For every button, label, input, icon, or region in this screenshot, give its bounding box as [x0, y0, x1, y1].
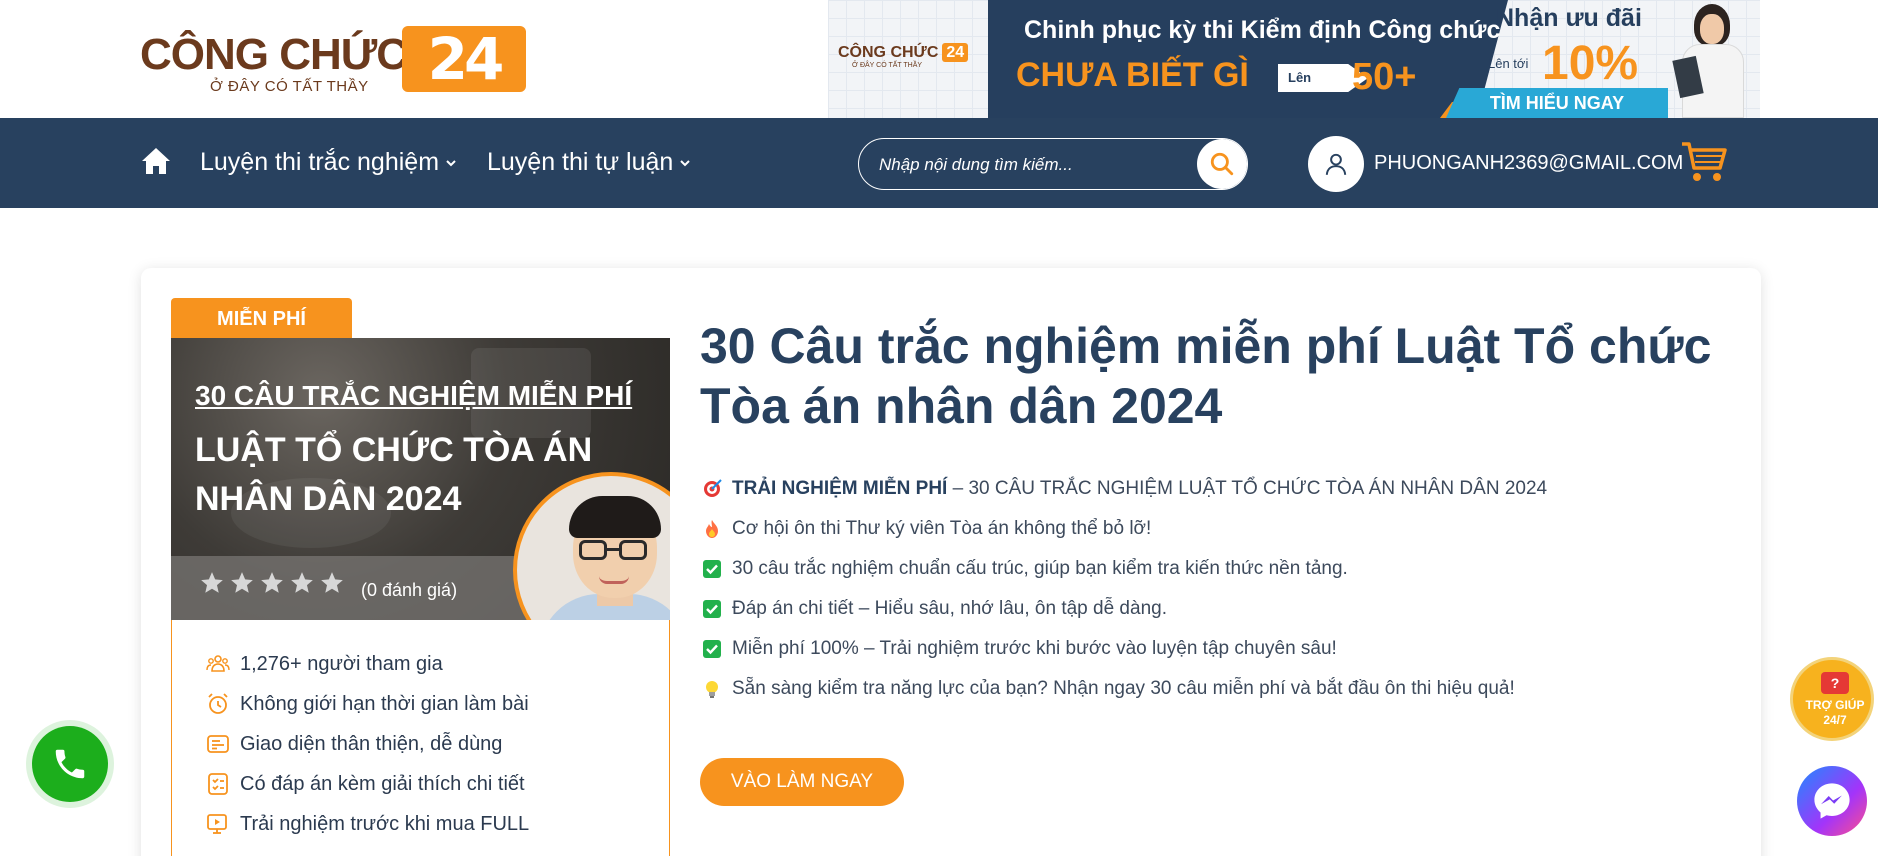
alarm-clock-icon — [208, 693, 228, 714]
star-icon — [291, 572, 313, 593]
checklist-icon — [208, 773, 228, 795]
fire-icon — [706, 520, 718, 538]
promo-banner[interactable]: CÔNG CHỨC 24 Ở ĐÂY CÓ TẤT THẦY Chinh phục… — [828, 0, 1760, 118]
logo-number: 24 — [402, 26, 526, 92]
feature-item: Giao diện thân thiện, dễ dùng — [206, 732, 502, 756]
course-title: 30 Câu trắc nghiệm miễn phí Luật Tổ chức… — [700, 318, 1712, 434]
banner-person-image — [1668, 0, 1760, 118]
star-icon — [321, 572, 343, 593]
course-thumbnail[interactable]: 30 CÂU TRẮC NGHIỆM MIỄN PHÍ LUẬT TỔ CHỨC… — [171, 338, 670, 620]
logo-name: CÔNG CHỨC — [140, 30, 408, 79]
logo-tagline: Ở ĐÂY CÓ TẤT THẦY — [210, 78, 369, 95]
user-avatar[interactable] — [1308, 136, 1364, 192]
home-icon[interactable] — [140, 146, 172, 176]
star-icon — [261, 572, 283, 593]
banner-headline: Chinh phục kỳ thi Kiểm định Công chức — [1024, 16, 1501, 44]
description-item: Đáp án chi tiết – Hiểu sâu, nhớ lâu, ôn … — [702, 598, 1167, 620]
user-email[interactable]: PHUONGANH2369@GMAIL.COM — [1374, 152, 1683, 175]
free-badge: MIỄN PHÍ — [171, 298, 352, 340]
user-icon — [1325, 153, 1347, 175]
monitor-play-icon — [207, 814, 227, 834]
chevron-down-icon — [680, 159, 691, 166]
help-bubble-icon: ? — [1821, 672, 1849, 694]
feature-list: 1,276+ người tham gia Không giới hạn thờ… — [171, 620, 670, 856]
check-box-icon — [703, 600, 721, 618]
messenger-icon — [1814, 783, 1850, 819]
star-icon — [231, 572, 253, 593]
users-icon — [206, 655, 230, 672]
chevron-down-icon — [446, 159, 456, 166]
phone-call-button[interactable] — [32, 726, 108, 802]
search-input[interactable] — [879, 151, 1179, 179]
top-header: CÔNG CHỨC Ở ĐÂY CÓ TẤT THẦY 24 CÔNG CHỨC… — [0, 0, 1878, 118]
main-navbar: Luyện thi trắc nghiệm Luyện thi tự luận … — [0, 118, 1878, 208]
description-item: Sẵn sàng kiểm tra năng lực của bạn? Nhận… — [702, 678, 1515, 700]
description-item: Miễn phí 100% – Trải nghiệm trước khi bư… — [702, 638, 1337, 660]
banner-offer-value: 10% — [1542, 37, 1639, 90]
site-logo[interactable]: CÔNG CHỨC Ở ĐÂY CÓ TẤT THẦY 24 — [140, 26, 530, 96]
help-support-button[interactable]: ? TRỢ GIÚP 24/7 — [1790, 657, 1874, 741]
description-item: Cơ hội ôn thi Thư ký viên Tòa án không t… — [702, 518, 1151, 540]
feature-item: Trải nghiệm trước khi mua FULL — [206, 812, 529, 836]
nav-item-label: Luyện thi trắc nghiệm — [200, 148, 440, 176]
lightbulb-icon — [706, 681, 718, 698]
banner-offer-prefix: Lên tới — [1488, 56, 1529, 71]
messenger-button[interactable] — [1797, 766, 1867, 836]
thumbnail-title-line1: 30 CÂU TRẮC NGHIỆM MIỄN PHÍ — [195, 380, 633, 411]
feature-item: 1,276+ người tham gia — [206, 652, 443, 676]
feature-item: Không giới hạn thời gian làm bài — [206, 692, 529, 716]
target-icon — [704, 479, 722, 497]
check-box-icon — [703, 640, 721, 658]
search-box — [858, 138, 1248, 190]
search-icon — [1210, 152, 1234, 176]
rating-count: (0 đánh giá) — [361, 580, 458, 600]
nav-item-tu-luan[interactable]: Luyện thi tự luận — [487, 148, 691, 177]
help-label: TRỢ GIÚP 24/7 — [1805, 698, 1865, 727]
layout-icon — [207, 735, 229, 753]
banner-offer-title: Nhận ưu đãi — [1496, 4, 1642, 32]
check-box-icon — [703, 560, 721, 578]
phone-icon — [55, 749, 85, 779]
banner-logo: CÔNG CHỨC 24 Ở ĐÂY CÓ TẤT THẦY — [838, 43, 969, 69]
star-icon — [201, 572, 223, 593]
banner-subline: CHƯA BIẾT GÌ — [1016, 56, 1249, 94]
cart-icon[interactable] — [1680, 140, 1728, 184]
feature-item: Có đáp án kèm giải thích chi tiết — [206, 772, 525, 796]
description-item: 30 câu trắc nghiệm chuẩn cấu trúc, giúp … — [702, 558, 1348, 580]
nav-item-label: Luyện thi tự luận — [487, 148, 674, 176]
banner-cta-button[interactable]: TÌM HIỂU NGAY — [1446, 88, 1668, 118]
start-now-button[interactable]: VÀO LÀM NGAY — [700, 758, 904, 806]
banner-target: 50+ — [1352, 56, 1417, 98]
nav-item-trac-nghiem[interactable]: Luyện thi trắc nghiệm — [200, 148, 457, 177]
description-item: TRẢI NGHIỆM MIỄN PHÍ – 30 CÂU TRẮC NGHIỆ… — [702, 478, 1547, 500]
search-button[interactable] — [1197, 139, 1247, 189]
